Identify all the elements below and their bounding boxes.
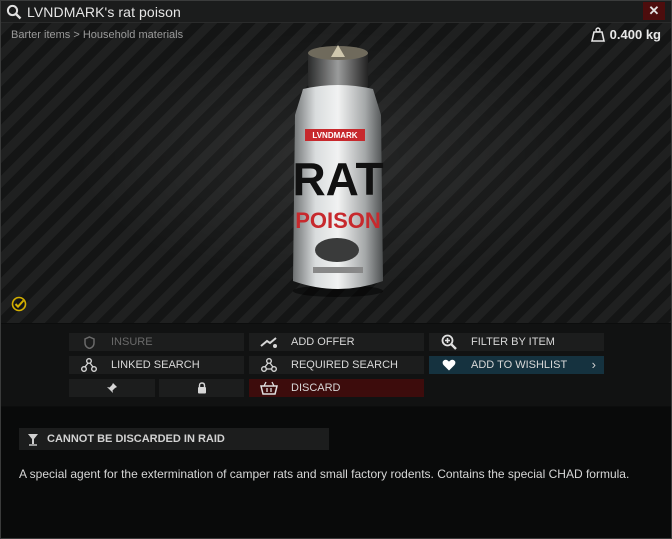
linked-search-button[interactable]: LINKED SEARCH <box>69 356 244 374</box>
discard-restriction-badge: CANNOT BE DISCARDED IN RAID <box>19 428 329 450</box>
heart-icon <box>439 357 459 373</box>
discard-restriction-text: CANNOT BE DISCARDED IN RAID <box>47 433 225 445</box>
linked-nodes-icon <box>79 357 99 373</box>
weight-value: 0.400 kg <box>609 27 661 42</box>
filter-by-item-label: FILTER BY ITEM <box>471 336 555 348</box>
close-icon: ✕ <box>648 3 660 18</box>
weight-icon <box>590 27 605 42</box>
discard-basket-icon <box>259 380 279 396</box>
window-title: LVNDMARK's rat poison <box>27 3 181 20</box>
bottle-brand: LVNDMARK <box>312 131 357 140</box>
title-bar[interactable]: LVNDMARK's rat poison ✕ <box>1 1 671 23</box>
add-to-wishlist-label: ADD TO WISHLIST <box>471 359 568 371</box>
filter-by-item-button[interactable]: FILTER BY ITEM <box>429 333 604 351</box>
required-search-label: REQUIRED SEARCH <box>291 359 398 371</box>
bottle-line2: POISON <box>295 208 381 233</box>
lock-button[interactable] <box>159 379 244 397</box>
required-nodes-icon <box>259 357 279 373</box>
item-actions-panel: INSURE ADD OFFER FILTER BY ITEM LINKED S… <box>1 324 671 406</box>
examined-check-icon <box>11 296 27 312</box>
item-weight: 0.400 kg <box>590 27 661 42</box>
discard-label: DISCARD <box>291 382 341 394</box>
shield-icon <box>79 334 99 350</box>
discard-button[interactable]: DISCARD <box>249 379 424 397</box>
linked-search-label: LINKED SEARCH <box>111 359 200 371</box>
close-button[interactable]: ✕ <box>643 2 665 20</box>
item-description: A special agent for the extermination of… <box>19 467 630 481</box>
restriction-icon <box>27 433 39 446</box>
rat-poison-bottle-image: LVNDMARK RAT POISON <box>292 45 384 297</box>
required-search-button[interactable]: REQUIRED SEARCH <box>249 356 424 374</box>
bottle-line1: RAT <box>292 153 383 205</box>
add-offer-button[interactable]: ADD OFFER <box>249 333 424 351</box>
handshake-icon <box>259 334 279 350</box>
item-preview[interactable]: Barter items > Household materials 0.400… <box>1 23 671 323</box>
breadcrumb: Barter items > Household materials <box>11 29 184 41</box>
add-offer-label: ADD OFFER <box>291 336 355 348</box>
chevron-right-icon: › <box>591 357 596 372</box>
pin-icon <box>102 380 122 396</box>
insure-button[interactable]: INSURE <box>69 333 244 351</box>
pin-button[interactable] <box>69 379 155 397</box>
lock-icon <box>192 380 212 396</box>
item-inspect-window: LVNDMARK's rat poison ✕ Barter items > H… <box>0 0 672 539</box>
item-info-section: CANNOT BE DISCARDED IN RAID A special ag… <box>1 407 671 538</box>
zoom-in-icon <box>439 334 459 350</box>
search-icon <box>6 4 22 19</box>
insure-label: INSURE <box>111 336 153 348</box>
add-to-wishlist-button[interactable]: ADD TO WISHLIST › <box>429 356 604 374</box>
